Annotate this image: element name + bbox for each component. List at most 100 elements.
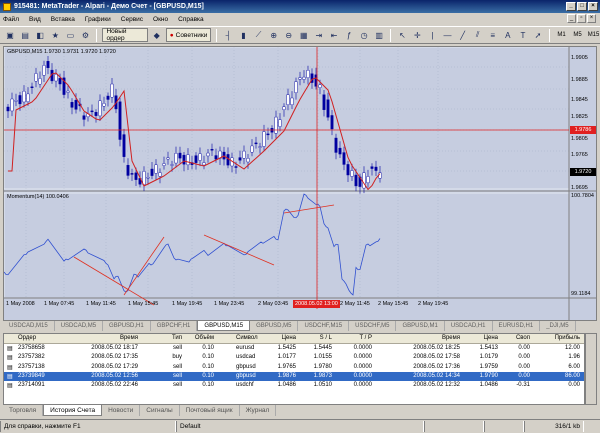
menu-view[interactable]: Вид <box>29 16 41 23</box>
chart-tab[interactable]: USDCAD,H1 <box>445 321 493 331</box>
zoom-in-icon[interactable]: ⊕ <box>268 29 280 42</box>
crosshair-icon[interactable]: ✛ <box>411 29 423 42</box>
column-header[interactable]: Время <box>442 335 460 341</box>
chart-tab[interactable]: USDCHF,M5 <box>349 321 397 331</box>
table-cell: 1.9780 <box>313 363 332 370</box>
candle <box>282 106 286 110</box>
chart-tab[interactable]: GBPUSD,M15 <box>197 321 251 331</box>
profiles-icon[interactable]: ▤ <box>19 29 31 42</box>
order-icon: ▤ <box>7 346 13 352</box>
chart-tab[interactable]: GBPCHF,H1 <box>151 321 198 331</box>
terminal-icon[interactable]: ▭ <box>64 29 76 42</box>
fibo-icon[interactable]: ≡ <box>487 29 499 42</box>
mdi-restore-button[interactable]: ▫ <box>577 14 586 23</box>
new-order-button[interactable]: Новый ордер <box>102 28 148 42</box>
trendline-icon[interactable]: ╱ <box>457 29 469 42</box>
metaeditor-icon[interactable]: ◆ <box>151 29 163 42</box>
vertical-line-icon[interactable]: | <box>426 29 438 42</box>
navigator-icon[interactable]: ★ <box>49 29 61 42</box>
chart-window[interactable]: GBPUSD,M15 1.9730 1.9731 1.9720 1.9720 M… <box>3 46 597 321</box>
menu-help[interactable]: Справка <box>178 16 204 23</box>
market-watch-icon[interactable]: ◧ <box>34 29 46 42</box>
terminal-scrollbar[interactable] <box>585 333 597 405</box>
price-chart[interactable] <box>4 47 596 320</box>
maximize-button[interactable]: □ <box>577 2 587 11</box>
time-label: 2 May 15:45 <box>378 301 409 307</box>
cursor-icon[interactable]: ↖ <box>396 29 408 42</box>
mdi-minimize-button[interactable]: _ <box>567 14 576 23</box>
table-cell: 0.0000 <box>353 382 372 389</box>
candle <box>294 81 298 93</box>
close-button[interactable]: × <box>588 2 598 11</box>
table-row[interactable]: ▤ 23714091 2008.05.02 22:46 sell 0.10 usdchf 1… <box>4 381 584 390</box>
candle <box>38 78 42 85</box>
menu-charts[interactable]: Графики <box>85 16 111 23</box>
candlestick-icon[interactable]: ▮ <box>237 29 249 42</box>
experts-button[interactable]: ● Советники <box>165 28 212 42</box>
column-header[interactable]: Своп <box>516 335 530 341</box>
chart-tab[interactable]: GBPUSD,M1 <box>396 321 445 331</box>
chart-tab[interactable]: GBPUSD,H1 <box>103 321 151 331</box>
terminal-tab[interactable]: Почтовый ящик <box>180 405 240 416</box>
chart-tab[interactable]: USDCAD,M5 <box>55 321 104 331</box>
column-header[interactable]: S / L <box>320 335 332 341</box>
table-cell: 2008.05.02 17:36 <box>413 363 460 370</box>
terminal-tabs: Торговля История Счета Новости Сигналы Почто… <box>3 405 597 416</box>
new-chart-icon[interactable]: ▣ <box>4 29 16 42</box>
column-header[interactable]: Символ <box>236 335 258 341</box>
menu-insert[interactable]: Вставка <box>51 16 75 23</box>
terminal-tab[interactable]: Журнал <box>240 405 277 416</box>
table-row[interactable]: ▤ 23739849 2008.05.02 12:56 sell 0.10 gbpusd 1… <box>4 371 584 382</box>
timeframe-m1[interactable]: M1 <box>555 29 568 42</box>
column-header[interactable]: T / P <box>359 335 372 341</box>
table-cell: 23757382 <box>18 354 45 361</box>
tile-windows-icon[interactable]: ▦ <box>298 29 310 42</box>
ind-tick-bottom: 99.1184 <box>571 291 591 297</box>
zoom-out-icon[interactable]: ⊖ <box>283 29 295 42</box>
mdi-close-button[interactable]: × <box>587 14 596 23</box>
column-header[interactable]: Ордер <box>18 335 36 341</box>
column-header[interactable]: Прибыль <box>555 335 580 341</box>
channel-icon[interactable]: ⫽ <box>472 29 484 42</box>
chart-tab[interactable]: GBPUSD,M5 <box>250 321 299 331</box>
terminal-tab[interactable]: Торговля <box>3 405 44 416</box>
chart-tab[interactable]: USDCHF,M15 <box>298 321 350 331</box>
price-tick: 1.9805 <box>571 136 588 142</box>
chart-tab[interactable]: EURUSD,H1 <box>493 321 541 331</box>
line-chart-icon[interactable]: ⟋ <box>253 29 265 42</box>
timeframe-m5[interactable]: M5 <box>571 29 584 42</box>
bar-chart-icon[interactable]: ┤ <box>222 29 234 42</box>
minimize-button[interactable]: _ <box>566 2 576 11</box>
menu-window[interactable]: Окно <box>153 16 168 23</box>
table-cell: 2008.05.02 12:32 <box>413 382 460 389</box>
horizontal-line-icon[interactable]: — <box>441 29 453 42</box>
column-header[interactable]: Время <box>120 335 138 341</box>
chart-shift-icon[interactable]: ⇤ <box>328 29 340 42</box>
table-row[interactable]: ▤ 23757382 2008.05.02 17:35 buy 0.10 usdcad 1.… <box>4 353 584 362</box>
tester-icon[interactable]: ⚙ <box>79 29 91 42</box>
timeframe-m15[interactable]: M15 <box>587 29 600 42</box>
menu-file[interactable]: Файл <box>3 16 19 23</box>
terminal-tab[interactable]: История Счета <box>43 405 103 416</box>
table-cell: 2008.05.02 18:17 <box>91 345 138 351</box>
arrows-icon[interactable]: ➚ <box>532 29 544 42</box>
table-row[interactable]: ▤ 23757138 2008.05.02 17:29 sell 0.10 gbpusd 1… <box>4 363 584 372</box>
terminal-tab[interactable]: Новости <box>102 405 141 416</box>
chart-tab[interactable]: _DJI,M5 <box>540 321 576 331</box>
column-header[interactable]: Цена <box>282 335 296 341</box>
menu-tools[interactable]: Сервис <box>121 16 143 23</box>
table-row[interactable]: ▤ 23758658 2008.05.02 18:17 sell 0.10 eurusd 1… <box>4 344 584 353</box>
indicators-icon[interactable]: ƒ <box>343 29 355 42</box>
column-header[interactable]: Цена <box>484 335 498 341</box>
periods-icon[interactable]: ◷ <box>358 29 370 42</box>
text-icon[interactable]: A <box>502 29 514 42</box>
chart-tab[interactable]: USDCAD,M15 <box>3 321 55 331</box>
app-icon <box>3 2 11 11</box>
candle <box>214 155 218 160</box>
column-header[interactable]: Тип <box>172 335 182 341</box>
templates-icon[interactable]: ▥ <box>373 29 385 42</box>
terminal-tab[interactable]: Сигналы <box>140 405 180 416</box>
label-icon[interactable]: T <box>517 29 529 42</box>
autoscroll-icon[interactable]: ⇥ <box>313 29 325 42</box>
column-header[interactable]: Объём <box>195 335 214 341</box>
